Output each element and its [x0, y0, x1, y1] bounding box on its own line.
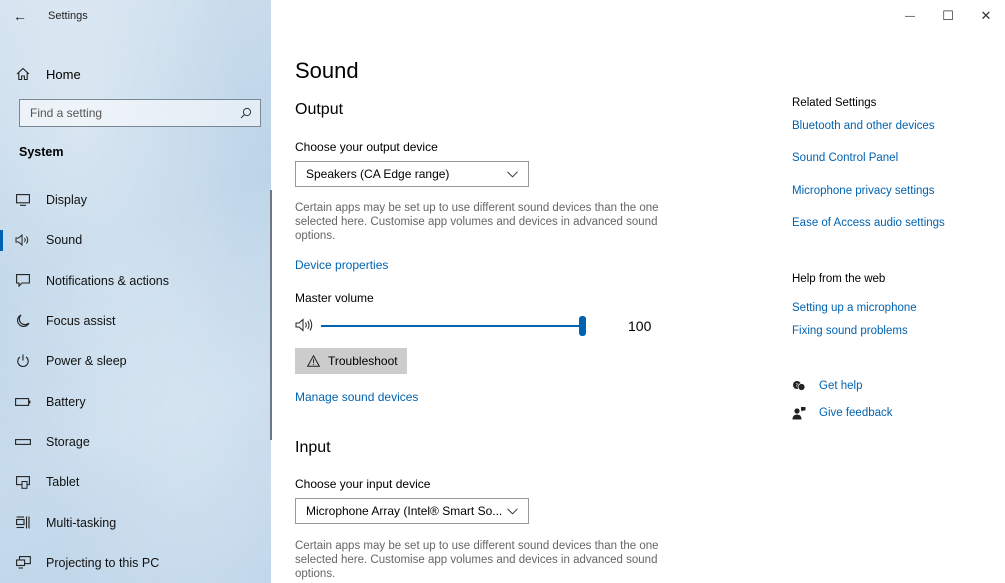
storage-icon: [0, 438, 46, 445]
tablet-icon: [0, 475, 46, 489]
sidebar: ← Settings Home System Display Sound: [0, 0, 271, 583]
sidebar-item-label: Focus assist: [46, 314, 116, 329]
sidebar-item-label: Tablet: [46, 475, 80, 490]
app-title: Settings: [48, 10, 88, 22]
title-bar: ← Settings: [0, 0, 271, 32]
volume-slider-track[interactable]: [321, 325, 582, 327]
feedback-icon: [792, 406, 819, 420]
help-from-web-heading: Help from the web: [792, 273, 886, 285]
sidebar-item-battery[interactable]: Battery: [0, 381, 271, 421]
volume-slider-thumb[interactable]: [579, 316, 586, 336]
sidebar-item-storage[interactable]: Storage: [0, 422, 271, 462]
svg-text:?: ?: [795, 383, 798, 389]
search-input[interactable]: [20, 106, 232, 120]
sound-control-panel-link[interactable]: Sound Control Panel: [792, 152, 898, 164]
input-heading: Input: [295, 439, 331, 456]
related-settings-heading: Related Settings: [792, 97, 877, 109]
input-description: Certain apps may be set up to use differ…: [295, 540, 659, 580]
master-volume-label: Master volume: [295, 291, 374, 305]
search-icon[interactable]: [232, 107, 260, 119]
notification-icon: [0, 274, 46, 288]
sidebar-item-notifications[interactable]: Notifications & actions: [0, 261, 271, 301]
search-box[interactable]: [19, 99, 261, 127]
manage-sound-devices-link[interactable]: Manage sound devices: [295, 390, 418, 404]
sidebar-item-label: Projecting to this PC: [46, 555, 160, 570]
speaker-icon[interactable]: [295, 318, 315, 337]
back-arrow-icon: ←: [13, 8, 27, 24]
sidebar-item-projecting[interactable]: Projecting to this PC: [0, 543, 271, 583]
power-icon: [0, 354, 46, 368]
back-button[interactable]: ←: [0, 0, 40, 32]
sidebar-item-sound[interactable]: Sound: [0, 220, 271, 260]
chat-help-icon: ?: [792, 380, 819, 392]
volume-value: 100: [628, 318, 652, 334]
sidebar-item-label: Storage: [46, 434, 90, 449]
input-device-dropdown[interactable]: Microphone Array (Intel® Smart So...: [295, 498, 529, 524]
home-label: Home: [46, 66, 81, 82]
input-device-value: Microphone Array (Intel® Smart So...: [306, 504, 503, 518]
output-device-dropdown[interactable]: Speakers (CA Edge range): [295, 161, 529, 187]
projector-icon: [0, 556, 46, 569]
microphone-privacy-link[interactable]: Microphone privacy settings: [792, 185, 935, 197]
warning-icon: [307, 355, 320, 367]
home-link[interactable]: Home: [0, 60, 271, 88]
sidebar-scrollbar[interactable]: [270, 190, 272, 440]
get-help-link[interactable]: ? Get help: [792, 380, 862, 392]
bluetooth-devices-link[interactable]: Bluetooth and other devices: [792, 120, 935, 132]
output-device-value: Speakers (CA Edge range): [306, 167, 450, 181]
output-heading: Output: [295, 101, 344, 118]
master-volume-row: 100: [295, 313, 675, 339]
sidebar-item-display[interactable]: Display: [0, 180, 271, 220]
related-settings-panel: Related Settings Bluetooth and other dev…: [792, 0, 992, 583]
home-icon: [0, 67, 46, 81]
sidebar-item-label: Notifications & actions: [46, 273, 169, 288]
sidebar-item-label: Multi-tasking: [46, 515, 117, 530]
sidebar-item-focus-assist[interactable]: Focus assist: [0, 301, 271, 341]
get-help-label: Get help: [819, 380, 863, 392]
setting-up-microphone-link[interactable]: Setting up a microphone: [792, 302, 917, 314]
give-feedback-label: Give feedback: [819, 407, 893, 419]
output-device-label: Choose your output device: [295, 140, 438, 154]
main-content: Sound Output Choose your output device S…: [295, 0, 755, 583]
give-feedback-link[interactable]: Give feedback: [792, 406, 893, 420]
section-heading-system: System: [19, 145, 64, 159]
sidebar-item-label: Power & sleep: [46, 354, 127, 369]
sidebar-item-tablet[interactable]: Tablet: [0, 462, 271, 502]
sidebar-nav: Display Sound Notifications & actions Fo…: [0, 180, 271, 583]
chevron-down-icon: [507, 504, 518, 518]
sidebar-item-label: Sound: [46, 233, 83, 248]
sidebar-item-label: Battery: [46, 394, 86, 409]
ease-of-access-audio-link[interactable]: Ease of Access audio settings: [792, 217, 945, 229]
chevron-down-icon: [507, 167, 518, 181]
moon-icon: [0, 314, 46, 328]
display-icon: [0, 194, 46, 206]
fixing-sound-problems-link[interactable]: Fixing sound problems: [792, 325, 908, 337]
device-properties-link[interactable]: Device properties: [295, 258, 388, 272]
speaker-icon: [0, 234, 46, 247]
battery-icon: [0, 397, 46, 406]
output-description: Certain apps may be set up to use differ…: [295, 202, 659, 242]
input-device-label: Choose your input device: [295, 477, 431, 491]
multitasking-icon: [0, 516, 46, 529]
page-title: Sound: [295, 58, 359, 83]
sidebar-item-label: Display: [46, 193, 87, 208]
sidebar-item-power-sleep[interactable]: Power & sleep: [0, 341, 271, 381]
troubleshoot-button[interactable]: Troubleshoot: [295, 348, 407, 374]
sidebar-item-multitasking[interactable]: Multi-tasking: [0, 502, 271, 542]
troubleshoot-label: Troubleshoot: [328, 354, 398, 368]
